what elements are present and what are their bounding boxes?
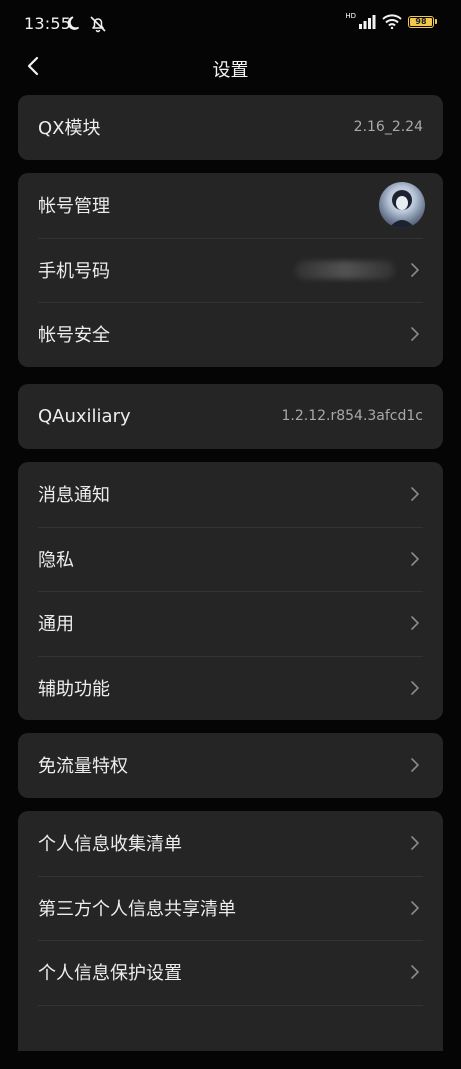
battery-tip (435, 19, 437, 24)
status-icons: HD 98 (345, 14, 437, 29)
page-title: 设置 (0, 56, 461, 82)
protection-settings-label: 个人信息保护设置 (38, 959, 182, 985)
collection-list-label: 个人信息收集清单 (38, 830, 182, 856)
battery-icon: 98 (408, 16, 434, 28)
account-card: 帐号管理 手机号码 帐号安全 (18, 173, 443, 367)
free-data-row[interactable]: 免流量特权 (18, 733, 443, 798)
mute-icon (88, 14, 108, 34)
privacy-label: 隐私 (38, 546, 74, 572)
wifi-icon (382, 14, 402, 29)
chevron-right-icon (409, 836, 421, 850)
qx-module-version: 2.16_2.24 (354, 119, 423, 135)
status-time: 13:55 (24, 14, 71, 33)
moon-icon (66, 14, 84, 32)
partial-row[interactable] (18, 1005, 443, 1069)
notifications-row[interactable]: 消息通知 (18, 462, 443, 527)
personal-info-card: 个人信息收集清单 第三方个人信息共享清单 个人信息保护设置 (18, 811, 443, 1051)
account-security-row[interactable]: 帐号安全 (18, 302, 443, 367)
account-security-label: 帐号安全 (38, 321, 110, 347)
accessibility-label: 辅助功能 (38, 675, 110, 701)
qx-module-row[interactable]: QX模块 2.16_2.24 (18, 95, 443, 160)
qx-module-label: QX模块 (38, 114, 101, 140)
phone-number-label: 手机号码 (38, 257, 110, 283)
third-party-list-row[interactable]: 第三方个人信息共享清单 (18, 876, 443, 941)
battery-level: 98 (415, 17, 426, 26)
general-label: 通用 (38, 610, 74, 636)
third-party-list-label: 第三方个人信息共享清单 (38, 895, 236, 921)
qauxiliary-label: QAuxiliary (38, 406, 131, 427)
account-management-row[interactable]: 帐号管理 (18, 173, 443, 238)
chevron-right-icon (409, 758, 421, 772)
phone-number-row[interactable]: 手机号码 (18, 238, 443, 303)
status-bar: 13:55 HD 98 (0, 0, 461, 48)
account-management-label: 帐号管理 (38, 192, 110, 218)
chevron-right-icon (409, 616, 421, 630)
chevron-right-icon (409, 327, 421, 341)
qauxiliary-card: QAuxiliary 1.2.12.r854.3afcd1c (18, 384, 443, 449)
qauxiliary-row[interactable]: QAuxiliary 1.2.12.r854.3afcd1c (18, 384, 443, 449)
chevron-right-icon (409, 965, 421, 979)
collection-list-row[interactable]: 个人信息收集清单 (18, 811, 443, 876)
chevron-right-icon (409, 487, 421, 501)
signal-icon (358, 15, 376, 29)
chevron-right-icon (409, 681, 421, 695)
free-data-card: 免流量特权 (18, 733, 443, 798)
qx-module-card: QX模块 2.16_2.24 (18, 95, 443, 160)
general-row[interactable]: 通用 (18, 591, 443, 656)
free-data-label: 免流量特权 (38, 752, 128, 778)
accessibility-row[interactable]: 辅助功能 (18, 656, 443, 721)
chevron-right-icon (409, 263, 421, 277)
nav-bar: 设置 (0, 46, 461, 90)
chevron-right-icon (409, 901, 421, 915)
chevron-right-icon (409, 552, 421, 566)
protection-settings-row[interactable]: 个人信息保护设置 (18, 940, 443, 1005)
notifications-label: 消息通知 (38, 481, 110, 507)
hd-label: HD (345, 12, 356, 20)
phone-number-value-blurred (295, 261, 395, 279)
avatar[interactable] (379, 182, 425, 228)
qauxiliary-version: 1.2.12.r854.3afcd1c (281, 408, 423, 424)
privacy-row[interactable]: 隐私 (18, 527, 443, 592)
avatar-image (379, 182, 425, 228)
general-settings-card: 消息通知 隐私 通用 辅助功能 (18, 462, 443, 720)
